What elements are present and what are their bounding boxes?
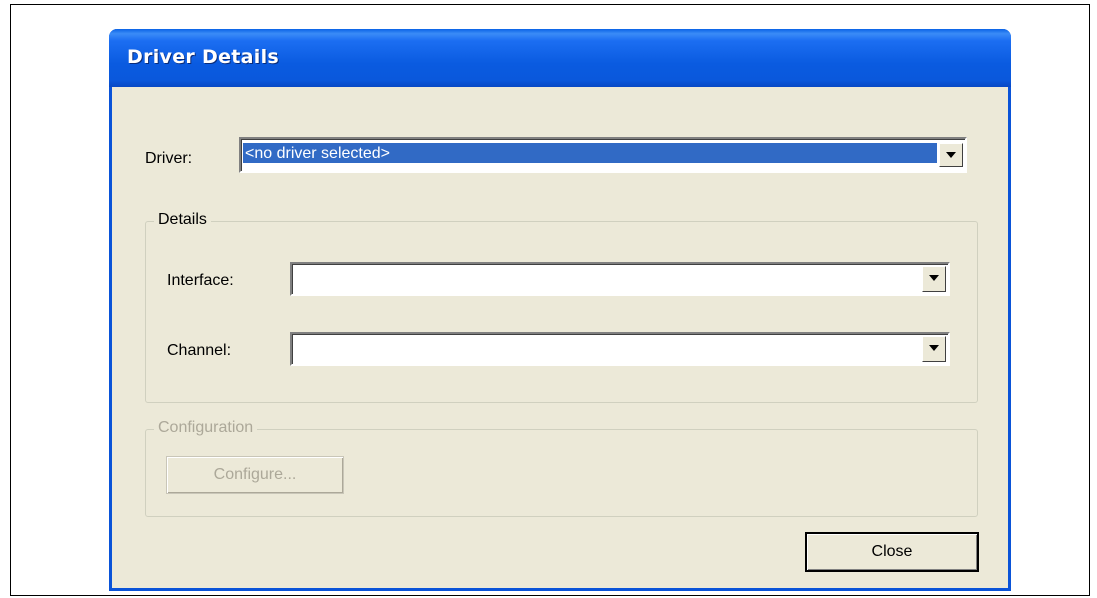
chevron-down-icon	[929, 275, 939, 281]
driver-label: Driver:	[145, 150, 193, 167]
channel-dropdown-button[interactable]	[922, 336, 946, 362]
interface-select-value	[294, 266, 920, 292]
channel-select-value	[294, 336, 920, 362]
interface-select[interactable]	[290, 262, 950, 296]
configuration-group: Configuration Configure...	[145, 419, 978, 517]
interface-dropdown-button[interactable]	[922, 266, 946, 292]
chevron-down-icon	[929, 345, 939, 351]
details-group-title: Details	[154, 211, 211, 229]
details-group: Details Interface: Channel:	[145, 211, 978, 403]
driver-select-value: <no driver selected>	[243, 143, 937, 163]
driver-details-dialog: Driver Details Driver: <no driver select…	[109, 29, 1011, 591]
channel-select[interactable]	[290, 332, 950, 366]
channel-label: Channel:	[167, 342, 232, 359]
close-button[interactable]: Close	[805, 532, 979, 572]
driver-select[interactable]: <no driver selected>	[239, 137, 967, 173]
title-bar[interactable]: Driver Details	[109, 29, 1011, 87]
configuration-group-title: Configuration	[154, 419, 258, 437]
interface-label: Interface:	[167, 272, 234, 289]
screenshot-frame: Driver Details Driver: <no driver select…	[10, 4, 1090, 596]
window-title: Driver Details	[127, 46, 280, 68]
chevron-down-icon	[946, 152, 956, 158]
configure-button[interactable]: Configure...	[166, 456, 344, 494]
driver-dropdown-button[interactable]	[939, 143, 963, 167]
